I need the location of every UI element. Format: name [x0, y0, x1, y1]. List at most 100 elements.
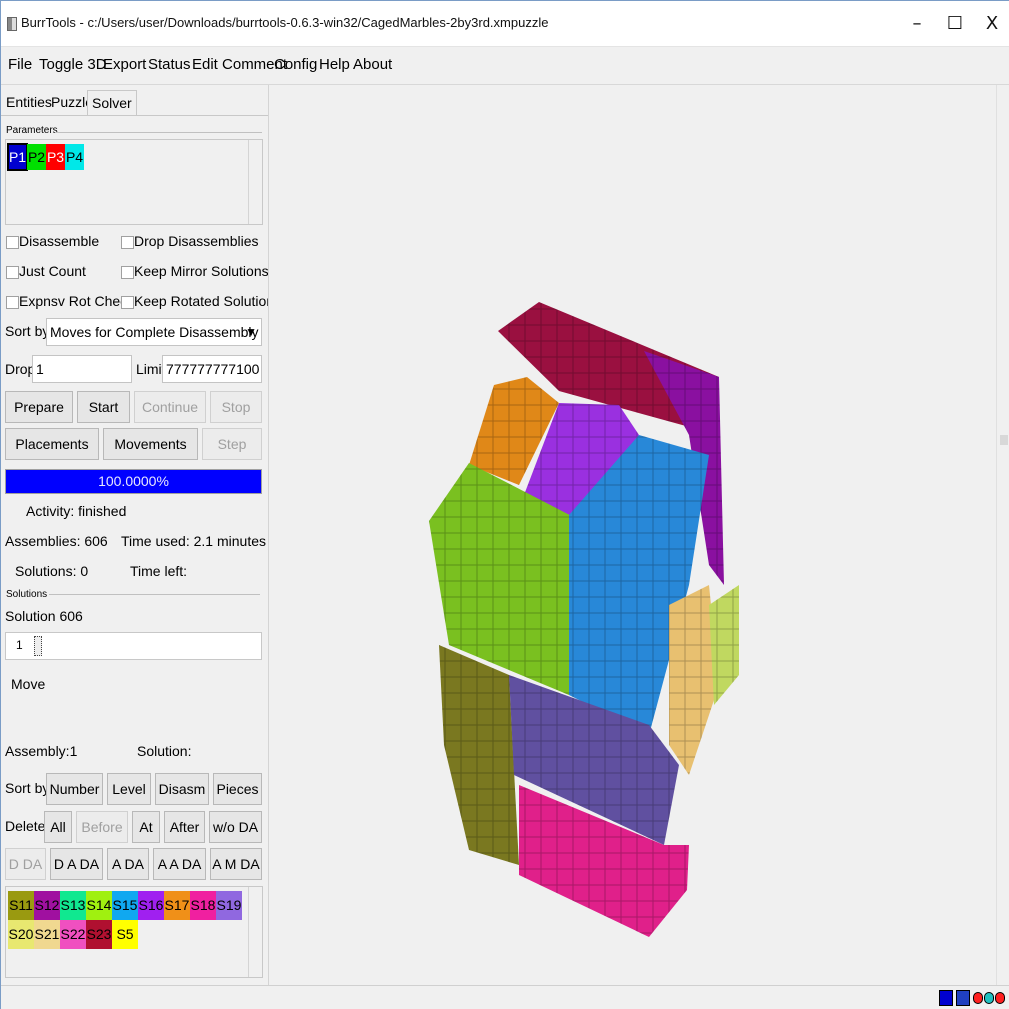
- expnsv-rot-check-label: Expnsv Rot Check: [19, 293, 135, 309]
- piece-chip-s17[interactable]: S17: [164, 891, 190, 920]
- just-count-label: Just Count: [19, 263, 86, 279]
- status-bar: [1, 985, 1009, 1009]
- parameter-chip-p3[interactable]: P3: [46, 144, 65, 170]
- menu-edit-comment[interactable]: Edit Comment: [192, 56, 287, 73]
- placements-button[interactable]: Placements: [5, 428, 99, 460]
- delete-all-button[interactable]: All: [44, 811, 72, 843]
- app-window: BurrTools - c:/Users/user/Downloads/burr…: [0, 0, 1009, 1009]
- dropdown-arrow-icon[interactable]: ▼: [245, 319, 257, 345]
- piece-chip-s14[interactable]: S14: [86, 891, 112, 920]
- sort-disasm-button[interactable]: Disasm: [155, 773, 209, 805]
- solution-number-label: Solution 606: [5, 608, 83, 624]
- just-count-checkbox[interactable]: [6, 266, 19, 279]
- delete-label: Delete:: [5, 818, 50, 834]
- piece-chip-s22[interactable]: S22: [60, 920, 86, 949]
- move-label: Move: [11, 676, 46, 692]
- continue-button[interactable]: Continue: [134, 391, 206, 423]
- piece-chip-s18[interactable]: S18: [190, 891, 216, 920]
- delete-wo-da-button[interactable]: w/o DA: [209, 811, 262, 843]
- sort-by-value: Moves for Complete Disassembly: [50, 324, 259, 340]
- parameters-divider: [55, 132, 262, 133]
- keep-rotated-label: Keep Rotated Solutions: [134, 293, 282, 309]
- drop-input[interactable]: 1: [32, 355, 132, 383]
- sort-pieces-button[interactable]: Pieces: [213, 773, 262, 805]
- tab-divider: [1, 115, 268, 116]
- drop-disassemblies-label: Drop Disassemblies: [134, 233, 259, 249]
- pieces-list[interactable]: S11 S12 S13 S14 S15 S16 S17 S18 S19 S20 S21 S22 S23 S…: [5, 886, 263, 978]
- expnsv-rot-check-checkbox[interactable]: [6, 296, 19, 309]
- solutions-count: Solutions: 0: [15, 563, 89, 579]
- piece-chip-s19[interactable]: S19: [216, 891, 242, 920]
- piece-chip-s20[interactable]: S20: [8, 920, 34, 949]
- parameters-list[interactable]: P1 P2 P3 P4: [5, 139, 263, 225]
- grid-mode-icon[interactable]: [956, 990, 970, 1006]
- limit-input[interactable]: 777777777100: [162, 355, 262, 383]
- color-cyan-icon[interactable]: [984, 992, 994, 1004]
- solution-label: Solution:: [137, 743, 192, 759]
- viewport-scrollbar[interactable]: [996, 85, 1009, 985]
- time-left: Time left:: [130, 563, 188, 579]
- menu-help[interactable]: Help: [319, 56, 350, 73]
- piece-chip-s5[interactable]: S5: [112, 920, 138, 949]
- parameter-chip-p1[interactable]: P1: [7, 143, 28, 171]
- stop-button[interactable]: Stop: [210, 391, 262, 423]
- view-mode-icon[interactable]: [939, 990, 953, 1006]
- title-bar: BurrTools - c:/Users/user/Downloads/burr…: [1, 1, 1009, 47]
- piece-chip-s23[interactable]: S23: [86, 920, 112, 949]
- solution-slider-thumb[interactable]: [34, 636, 42, 656]
- solution-slider-value: 1: [16, 638, 23, 652]
- drop-label: Drop: [5, 361, 36, 377]
- pieces-scrollbar[interactable]: [248, 887, 262, 977]
- tab-solver[interactable]: Solver: [87, 90, 137, 116]
- delete-after-button[interactable]: After: [164, 811, 205, 843]
- piece-chip-s15[interactable]: S15: [112, 891, 138, 920]
- activity-status: Activity: finished: [26, 503, 127, 519]
- delete-before-button[interactable]: Before: [76, 811, 128, 843]
- solver-panel: Entities Puzzle Solver Parameters P1 P2 …: [1, 85, 281, 985]
- app-icon: [7, 17, 17, 31]
- menu-file[interactable]: File: [8, 56, 32, 73]
- disassemble-label: Disassemble: [19, 233, 100, 249]
- keep-mirror-label: Keep Mirror Solutions: [134, 263, 269, 279]
- disassemble-checkbox[interactable]: [6, 236, 19, 249]
- parameter-chip-p4[interactable]: P4: [65, 144, 84, 170]
- a-m-da-button[interactable]: A M DA: [210, 848, 262, 880]
- viewport-scroll-thumb[interactable]: [1000, 435, 1008, 445]
- menu-export[interactable]: Export: [103, 56, 146, 73]
- sort-level-button[interactable]: Level: [107, 773, 151, 805]
- menu-config[interactable]: Config: [274, 56, 317, 73]
- keep-mirror-checkbox[interactable]: [121, 266, 134, 279]
- movements-button[interactable]: Movements: [103, 428, 198, 460]
- 3d-viewport[interactable]: [268, 85, 996, 985]
- d-a-da-button[interactable]: D A DA: [50, 848, 103, 880]
- menu-status[interactable]: Status: [148, 56, 191, 73]
- piece-chip-s13[interactable]: S13: [60, 891, 86, 920]
- a-da-button[interactable]: A DA: [107, 848, 149, 880]
- color-red-2-icon[interactable]: [995, 992, 1005, 1004]
- color-red-icon[interactable]: [973, 992, 983, 1004]
- d-da-button[interactable]: D DA: [5, 848, 46, 880]
- sort-by-select[interactable]: Moves for Complete Disassembly ▼: [46, 318, 262, 346]
- start-button[interactable]: Start: [77, 391, 130, 423]
- menu-toggle-3d[interactable]: Toggle 3D: [39, 56, 107, 73]
- prepare-button[interactable]: Prepare: [5, 391, 73, 423]
- a-a-da-button[interactable]: A A DA: [153, 848, 206, 880]
- parameters-group-label: Parameters: [6, 125, 58, 136]
- menu-about[interactable]: About: [353, 56, 392, 73]
- drop-disassemblies-checkbox[interactable]: [121, 236, 134, 249]
- solution-slider[interactable]: 1: [5, 632, 262, 660]
- step-button[interactable]: Step: [202, 428, 262, 460]
- sort-number-button[interactable]: Number: [46, 773, 103, 805]
- solutions-divider: [49, 594, 260, 595]
- parameter-chip-p2[interactable]: P2: [27, 144, 46, 170]
- piece-chip-s11[interactable]: S11: [8, 891, 34, 920]
- keep-rotated-checkbox[interactable]: [121, 296, 134, 309]
- piece-chip-s21[interactable]: S21: [34, 920, 60, 949]
- delete-at-button[interactable]: At: [132, 811, 160, 843]
- close-button[interactable]: X: [969, 9, 1009, 39]
- puzzle-3d-render[interactable]: [269, 85, 997, 985]
- parameters-scrollbar[interactable]: [248, 140, 262, 224]
- solutions-group-label: Solutions: [6, 589, 48, 600]
- piece-chip-s16[interactable]: S16: [138, 891, 164, 920]
- piece-chip-s12[interactable]: S12: [34, 891, 60, 920]
